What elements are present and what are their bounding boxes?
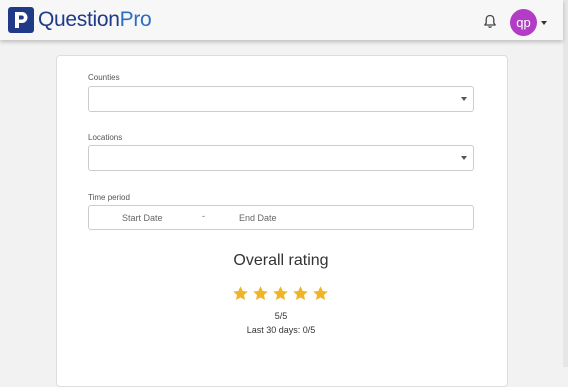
brand-name: QuestionPro [38, 6, 152, 33]
chevron-down-icon[interactable] [541, 21, 547, 25]
counties-dropdown-arrow-icon[interactable] [461, 97, 467, 101]
top-navigation-bar: QuestionPro qp [0, 0, 563, 40]
time-period-label: Time period [88, 193, 130, 202]
questionpro-logo[interactable]: QuestionPro [8, 6, 152, 33]
brand-name-question: Question [38, 8, 120, 31]
counties-label: Counties [88, 73, 120, 82]
star-icon [313, 286, 328, 301]
counties-select[interactable] [88, 86, 474, 112]
start-date-input[interactable]: Start Date [122, 213, 163, 223]
rating-last-30-days: Last 30 days: 0/5 [246, 325, 316, 335]
star-icon [293, 286, 308, 301]
rating-value: 5/5 [274, 311, 288, 321]
end-date-input[interactable]: End Date [239, 213, 277, 223]
locations-label: Locations [88, 133, 123, 142]
date-range-picker[interactable]: Start Date - End Date [88, 205, 474, 230]
questionpro-logo-icon [8, 6, 34, 33]
user-avatar[interactable]: qp [510, 9, 537, 36]
star-rating [232, 285, 329, 302]
locations-select[interactable] [88, 145, 474, 171]
locations-dropdown-arrow-icon[interactable] [461, 156, 467, 160]
star-icon [253, 286, 268, 301]
bell-icon[interactable] [483, 14, 497, 29]
star-icon [233, 286, 248, 301]
brand-name-pro: Pro [119, 8, 152, 31]
star-icon [273, 286, 288, 301]
page-scrollbar[interactable] [563, 0, 568, 367]
overall-rating-title: Overall rating [233, 252, 329, 269]
date-separator: - [202, 211, 205, 221]
